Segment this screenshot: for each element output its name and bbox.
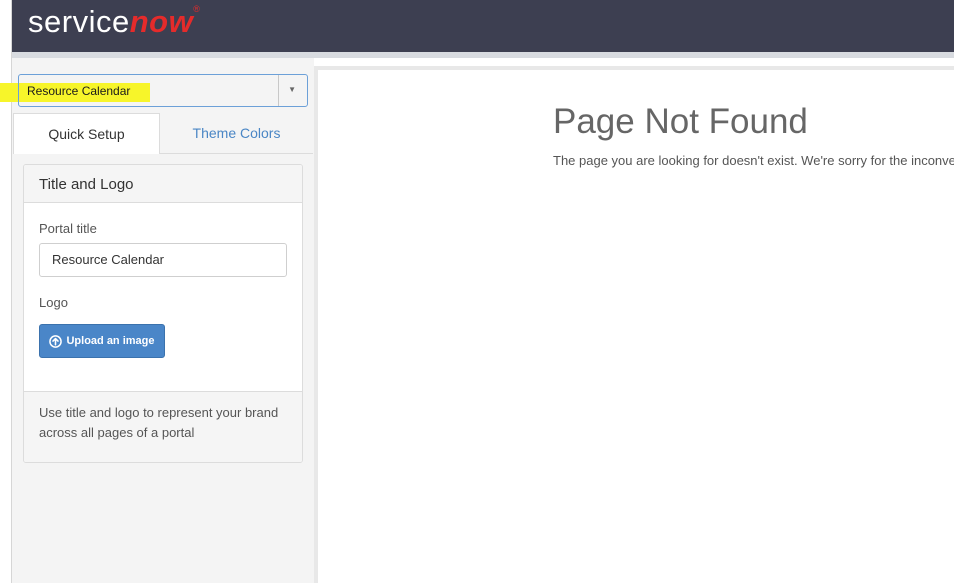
tab-quick-setup[interactable]: Quick Setup: [13, 113, 160, 154]
portal-title-label: Portal title: [39, 221, 97, 236]
chevron-down-icon[interactable]: ▼: [288, 85, 296, 94]
upload-button-label: Upload an image: [66, 335, 155, 347]
panel-header: Title and Logo: [24, 165, 302, 203]
panel-help-text: Use title and logo to represent your bra…: [39, 405, 279, 440]
portal-select-value: Resource Calendar: [27, 84, 131, 98]
logo-trademark: ®: [193, 4, 201, 14]
logo-service-text: service: [28, 4, 130, 39]
portal-title-input[interactable]: Resource Calendar: [39, 243, 287, 277]
logo-now-text: now: [129, 4, 194, 39]
logo-label: Logo: [39, 295, 68, 310]
tabs-underline: [160, 153, 313, 154]
servicenow-logo[interactable]: servicenow®: [28, 4, 200, 40]
select-divider: [278, 75, 279, 106]
panel-footer: Use title and logo to represent your bra…: [24, 391, 302, 462]
title-logo-panel: Title and Logo Portal title Resource Cal…: [23, 164, 303, 463]
page-not-found-message: The page you are looking for doesn't exi…: [553, 153, 954, 168]
portal-select[interactable]: Resource Calendar ▼: [18, 74, 308, 107]
app-header: servicenow®: [12, 0, 954, 52]
arrow-up-circle-icon: [49, 334, 63, 348]
tab-theme-colors[interactable]: Theme Colors: [160, 113, 313, 154]
panel-title: Title and Logo: [39, 176, 134, 193]
page-not-found-title: Page Not Found: [553, 102, 808, 141]
upload-image-button[interactable]: Upload an image: [39, 324, 165, 358]
portal-preview: Page Not Found The page you are looking …: [318, 70, 954, 583]
